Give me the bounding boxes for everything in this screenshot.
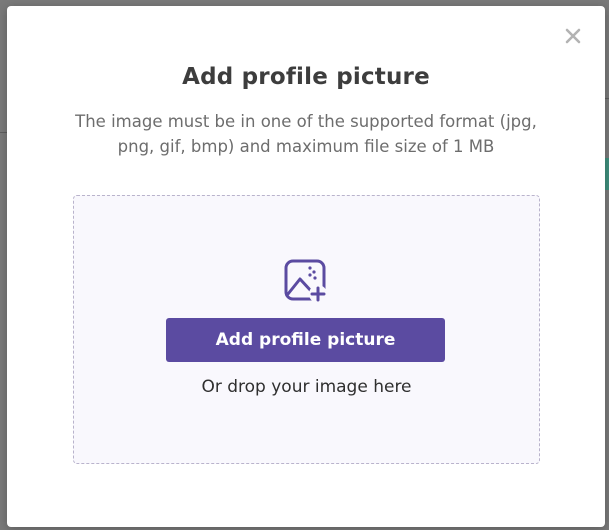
background-divider: [605, 98, 609, 99]
add-image-icon: [283, 258, 329, 304]
drop-hint-text: Or drop your image here: [201, 377, 412, 397]
add-profile-picture-modal: Add profile picture The image must be in…: [7, 6, 605, 527]
image-dropzone[interactable]: Add profile picture Or drop your image h…: [73, 195, 540, 464]
close-icon: [565, 28, 581, 44]
modal-title: Add profile picture: [182, 64, 430, 90]
add-profile-picture-button[interactable]: Add profile picture: [166, 318, 445, 362]
background-divider: [0, 132, 7, 133]
modal-description: The image must be in one of the supporte…: [75, 112, 537, 156]
add-profile-picture-button-label: Add profile picture: [215, 330, 396, 350]
close-button[interactable]: [563, 26, 583, 46]
